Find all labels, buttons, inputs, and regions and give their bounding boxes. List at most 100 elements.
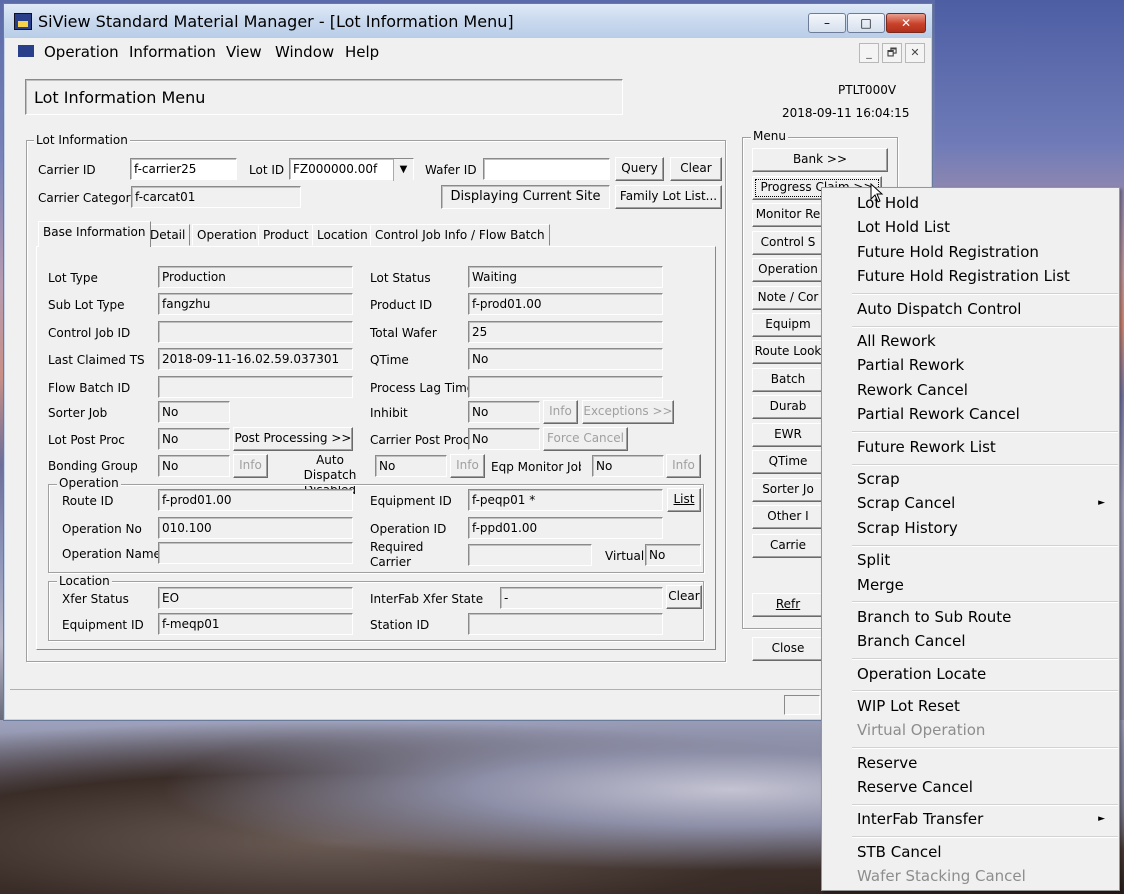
location-legend: Location (57, 574, 112, 588)
bonding-info-button[interactable]: Info (233, 454, 268, 478)
force-cancel-button[interactable]: Force Cancel (543, 427, 628, 451)
query-button[interactable]: Query (615, 157, 664, 181)
virtual-label: Virtual (605, 549, 645, 563)
menu-item-future-hold-registration-list[interactable]: Future Hold Registration List (857, 267, 1070, 285)
menu-item-branch-to-sub-route[interactable]: Branch to Sub Route (857, 608, 1011, 626)
tab-control-job-info[interactable]: Control Job Info / Flow Batch (370, 224, 550, 246)
menu-operation[interactable]: Operation (44, 43, 119, 61)
auto-dispatch-info-button[interactable]: Info (450, 454, 485, 478)
menu-item-scrap-history[interactable]: Scrap History (857, 519, 958, 537)
title-bar[interactable]: SiView Standard Material Manager - [Lot … (4, 4, 932, 38)
menu-item-rework-cancel[interactable]: Rework Cancel (857, 381, 968, 399)
menu-information[interactable]: Information (129, 43, 216, 61)
bank-button[interactable]: Bank >> (752, 148, 888, 172)
menu-item-future-rework-list[interactable]: Future Rework List (857, 438, 996, 456)
menu-item-future-hold-registration[interactable]: Future Hold Registration (857, 243, 1039, 261)
clear-button[interactable]: Clear (670, 157, 722, 181)
menu-item-virtual-operation[interactable]: Virtual Operation (857, 721, 985, 739)
sub-lot-type-field: fangzhu (158, 293, 353, 315)
operation-button[interactable]: Operation (752, 258, 824, 282)
menu-separator (852, 747, 1118, 749)
route-lookup-button[interactable]: Route Look (752, 340, 824, 364)
other-info-button[interactable]: Other I (752, 505, 824, 529)
tab-operation[interactable]: Operation (192, 224, 262, 246)
exceptions-button[interactable]: Exceptions >> (582, 400, 674, 424)
menu-item-partial-rework-cancel[interactable]: Partial Rework Cancel (857, 405, 1020, 423)
maximize-button[interactable]: □ (847, 13, 885, 33)
sub-lot-type-label: Sub Lot Type (48, 298, 125, 312)
route-id-field: f-prod01.00 (158, 489, 353, 511)
list-button[interactable]: List (667, 488, 701, 512)
chevron-down-icon[interactable]: ▼ (393, 159, 413, 181)
menu-item-split[interactable]: Split (857, 551, 890, 569)
status-bar-divider (10, 689, 925, 690)
menu-item-merge[interactable]: Merge (857, 576, 904, 594)
menu-separator (852, 464, 1118, 466)
last-claimed-ts-field: 2018-09-11-16.02.59.037301 (158, 348, 353, 370)
process-lag-time-field (468, 376, 663, 398)
close-button[interactable]: Close (752, 637, 824, 661)
sorter-job-field: No (158, 401, 230, 423)
lot-id-label: Lot ID (249, 163, 285, 177)
note-button[interactable]: Note / Cor (752, 286, 824, 310)
carrier-id-field[interactable]: f-carrier25 (130, 158, 237, 180)
menu-item-interfab-transfer[interactable]: InterFab Transfer ► (857, 810, 1117, 828)
menu-item-branch-cancel[interactable]: Branch Cancel (857, 632, 966, 650)
wafer-id-field[interactable] (483, 158, 610, 180)
inhibit-info-button[interactable]: Info (543, 400, 578, 424)
carrier-id-label: Carrier ID (38, 163, 96, 177)
family-lot-list-button[interactable]: Family Lot List... (615, 185, 722, 209)
close-window-button[interactable]: ✕ (886, 13, 926, 33)
ewr-button[interactable]: EWR (752, 423, 824, 447)
control-button[interactable]: Control S (752, 231, 824, 255)
page-title: Lot Information Menu (25, 79, 623, 115)
menu-item-lot-hold[interactable]: Lot Hold (857, 194, 919, 212)
location-clear-button[interactable]: Clear (666, 585, 702, 609)
equipment-button[interactable]: Equipm (752, 313, 824, 337)
menu-item-scrap-cancel[interactable]: Scrap Cancel ► (857, 494, 1117, 512)
inhibit-label: Inhibit (370, 406, 408, 420)
batch-button[interactable]: Batch (752, 368, 824, 392)
mdi-close-button[interactable]: ✕ (905, 43, 925, 63)
mdi-minimize-button[interactable]: _ (859, 43, 879, 63)
status-indicator (784, 695, 820, 715)
timestamp: 2018-09-11 16:04:15 (782, 106, 910, 120)
menu-item-reserve[interactable]: Reserve (857, 754, 917, 772)
menu-item-wafer-stacking-cancel[interactable]: Wafer Stacking Cancel (857, 867, 1026, 885)
menu-item-stb-cancel[interactable]: STB Cancel (857, 843, 942, 861)
carrier-button[interactable]: Carrie (752, 534, 824, 558)
durable-button[interactable]: Durab (752, 395, 824, 419)
route-id-label: Route ID (62, 494, 114, 508)
process-lag-time-label: Process Lag Time (370, 381, 468, 395)
tab-location[interactable]: Location (312, 224, 373, 246)
minimize-button[interactable]: – (808, 13, 846, 33)
menu-item-all-rework[interactable]: All Rework (857, 332, 936, 350)
lot-information-legend: Lot Information (34, 133, 130, 147)
qtime-button[interactable]: QTime (752, 450, 824, 474)
tab-base-information[interactable]: Base Information (38, 221, 151, 247)
xfer-status-label: Xfer Status (62, 592, 129, 606)
menu-item-partial-rework[interactable]: Partial Rework (857, 356, 964, 374)
menu-item-wip-lot-reset[interactable]: WIP Lot Reset (857, 697, 960, 715)
required-carrier-field (468, 544, 592, 566)
menu-view[interactable]: View (226, 43, 262, 61)
virtual-field: No (645, 544, 701, 566)
menu-window[interactable]: Window (275, 43, 334, 61)
tab-product[interactable]: Product (258, 224, 314, 246)
tab-detail[interactable]: Detail (145, 224, 191, 246)
menu-item-operation-locate[interactable]: Operation Locate (857, 665, 986, 683)
control-job-id-field (158, 321, 353, 343)
menu-item-lot-hold-list[interactable]: Lot Hold List (857, 218, 950, 236)
monitor-button[interactable]: Monitor Re (752, 203, 824, 227)
location-equipment-id-field: f-meqp01 (158, 613, 353, 635)
menu-item-auto-dispatch-control[interactable]: Auto Dispatch Control (857, 300, 1021, 318)
mdi-restore-button[interactable]: 🗗 (882, 43, 902, 63)
sorter-job-button[interactable]: Sorter Jo (752, 478, 824, 502)
menu-help[interactable]: Help (345, 43, 379, 61)
eqp-monitor-info-button[interactable]: Info (666, 454, 701, 478)
menu-item-scrap[interactable]: Scrap (857, 470, 900, 488)
refresh-button[interactable]: Refr (752, 593, 824, 617)
post-processing-button[interactable]: Post Processing >> (233, 427, 353, 451)
submenu-arrow-icon: ► (1098, 498, 1105, 508)
menu-item-reserve-cancel[interactable]: Reserve Cancel (857, 778, 973, 796)
